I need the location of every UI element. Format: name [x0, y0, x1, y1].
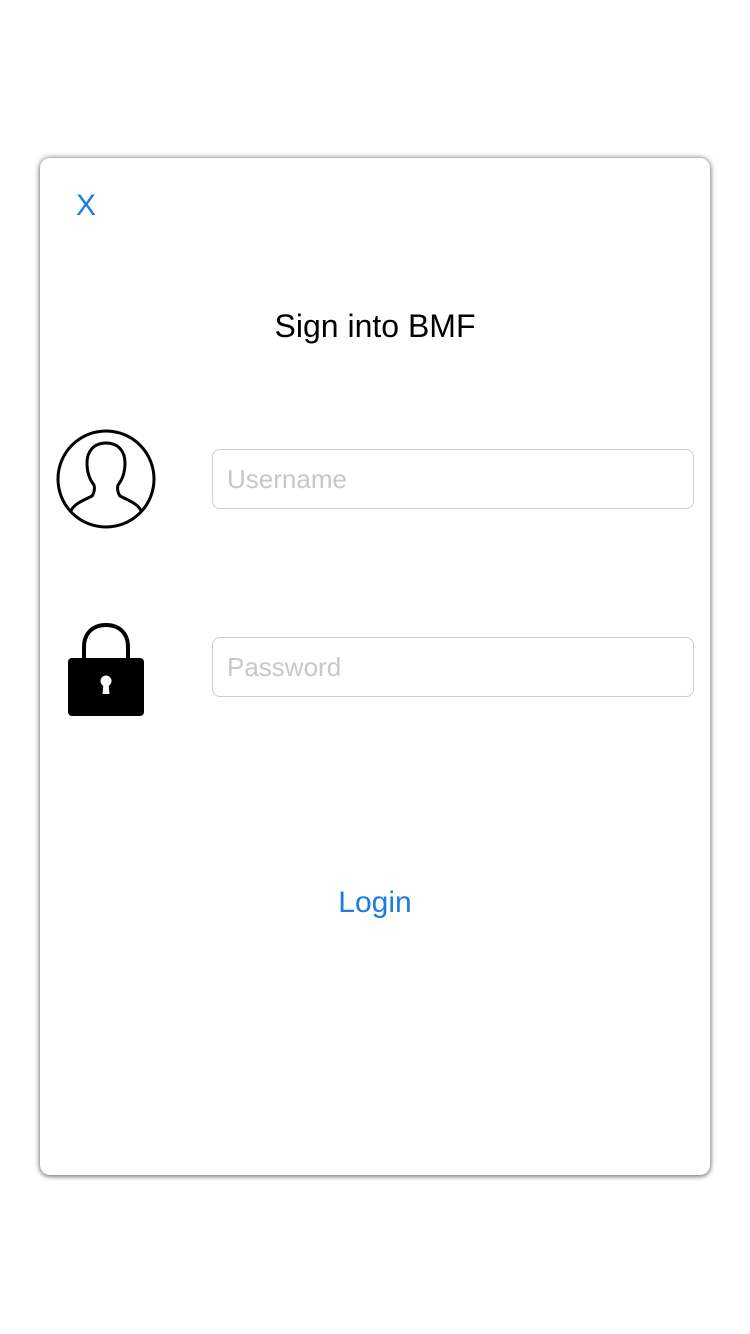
login-button[interactable]: Login	[275, 878, 475, 928]
close-button[interactable]: X	[76, 186, 116, 226]
sign-in-dialog: X Sign into BMF Username Login	[40, 158, 710, 1175]
user-avatar-icon	[56, 429, 156, 529]
lock-icon	[56, 620, 156, 720]
username-field[interactable]	[212, 449, 694, 509]
dialog-title: Sign into BMF	[274, 308, 476, 344]
password-field[interactable]	[212, 637, 694, 697]
screen: X Sign into BMF Username Login	[0, 0, 750, 1334]
